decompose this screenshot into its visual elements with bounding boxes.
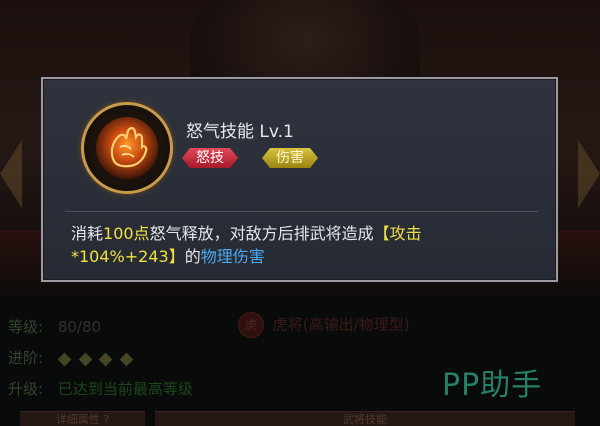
skill-title: 怒气技能 Lv.1: [186, 122, 294, 142]
damage-type: 物理伤害: [200, 247, 265, 266]
tag-rage-skill: 怒技: [182, 148, 238, 168]
tag-damage: 伤害: [262, 148, 318, 168]
skill-tooltip: 怒气技能 Lv.1 怒技 伤害 消耗100点怒气释放，对敌方后排武将造成【攻击 *…: [41, 77, 558, 282]
skill-icon-frame: [81, 102, 173, 194]
skill-description: 消耗100点怒气释放，对敌方后排武将造成【攻击 *104%+243】的物理伤害: [71, 222, 541, 268]
desc-text: 的: [184, 247, 201, 266]
desc-text: 消耗: [71, 224, 104, 243]
attack-formula-cont: *104%+243】: [71, 247, 185, 266]
flaming-fist-icon: [96, 117, 158, 179]
game-screen: 等级: 80/80 进阶: 升级: 已达到当前最高等级 虎 虎将(高输出/物理型…: [0, 0, 600, 426]
attack-formula: 【攻击: [373, 224, 422, 243]
divider: [65, 211, 538, 212]
rage-cost: 100点: [103, 224, 150, 243]
desc-text: 怒气释放，对敌方后排武将造成: [149, 224, 374, 243]
